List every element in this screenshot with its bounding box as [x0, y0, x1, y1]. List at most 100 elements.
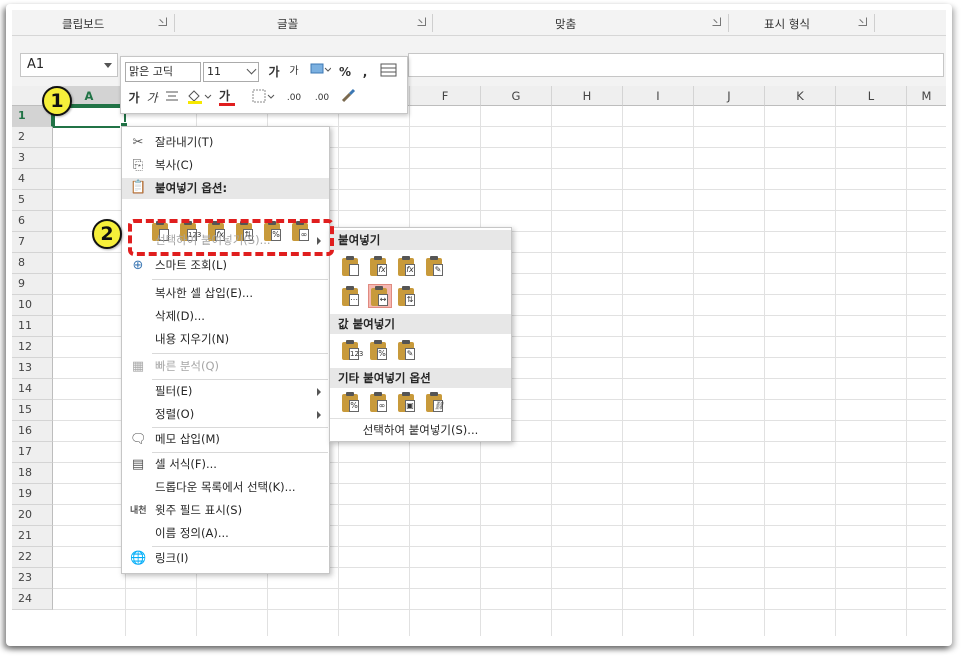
- font-color-button[interactable]: 가: [217, 88, 247, 108]
- menu-item-link[interactable]: 🌐 링크(I): [122, 547, 329, 570]
- row-header-21[interactable]: 21: [12, 526, 53, 547]
- chevron-down-icon[interactable]: [104, 63, 112, 68]
- italic-button[interactable]: 가: [145, 88, 159, 108]
- menu-item-insert-comment[interactable]: 🗨 메모 삽입(M): [122, 428, 329, 451]
- alignment-dialog-launcher-icon[interactable]: [712, 17, 721, 26]
- annotation-badge-2: 2: [92, 219, 122, 249]
- align-center-button[interactable]: [163, 88, 181, 108]
- menu-item-format-cells[interactable]: ▤ 셀 서식(F)...: [122, 453, 329, 476]
- context-menu: ✂ 잘라내기(T) ⎘ 복사(C) 📋 붙여넣기 옵션: 123 fx ⇅ % …: [121, 126, 330, 574]
- formula-input[interactable]: [408, 53, 944, 77]
- grid-column-line: [906, 106, 907, 636]
- column-header-f[interactable]: F: [410, 86, 481, 106]
- row-header-13[interactable]: 13: [12, 358, 53, 379]
- row-header-2[interactable]: 2: [12, 127, 53, 148]
- paste-formatting-icon[interactable]: %: [342, 392, 360, 412]
- menu-item-filter[interactable]: 필터(E): [122, 380, 329, 403]
- menu-item-clear-contents[interactable]: 내용 지우기(N): [122, 328, 329, 351]
- row-header-24[interactable]: 24: [12, 589, 53, 610]
- row-header-14[interactable]: 14: [12, 379, 53, 400]
- paste-formulas-icon[interactable]: fx: [370, 256, 388, 276]
- decrease-decimal-button[interactable]: .00: [309, 88, 335, 108]
- bold-button[interactable]: 가: [127, 88, 141, 108]
- menu-item-copy[interactable]: ⎘ 복사(C): [122, 154, 329, 177]
- column-header-h[interactable]: H: [552, 86, 623, 106]
- row-header-11[interactable]: 11: [12, 316, 53, 337]
- row-header-16[interactable]: 16: [12, 421, 53, 442]
- paste-link-icon[interactable]: ∞: [370, 392, 388, 412]
- paste-transpose-icon[interactable]: ⇅: [398, 286, 416, 306]
- fill-color-button[interactable]: [185, 88, 213, 108]
- grow-font-button[interactable]: 가: [265, 62, 283, 82]
- menu-item-smart-lookup[interactable]: ⊕ 스마트 조회(L): [122, 254, 329, 277]
- percent-style-button[interactable]: %: [337, 62, 353, 82]
- menu-item-phonetic[interactable]: 내천 윗주 필드 표시(S): [122, 499, 329, 522]
- menu-item-sort[interactable]: 정렬(O): [122, 403, 329, 426]
- grid-row-line: [53, 588, 946, 589]
- column-header-g[interactable]: G: [481, 86, 552, 106]
- row-header-3[interactable]: 3: [12, 148, 53, 169]
- column-header-m[interactable]: M: [907, 86, 946, 106]
- number-dialog-launcher-icon[interactable]: [858, 17, 867, 26]
- shrink-font-button[interactable]: 가: [285, 62, 303, 82]
- comma-style-button[interactable]: ,: [359, 62, 371, 82]
- paste-keep-source-format-icon[interactable]: ✎: [426, 256, 444, 276]
- format-painter-button[interactable]: [339, 88, 359, 108]
- column-header-l[interactable]: L: [836, 86, 907, 106]
- paste-values-source-format-icon[interactable]: ✎: [398, 340, 416, 360]
- font-dialog-launcher-icon[interactable]: [417, 17, 426, 26]
- annotation-badge-1: 1: [42, 86, 72, 116]
- row-header-17[interactable]: 17: [12, 442, 53, 463]
- submenu-paste-special-item[interactable]: 선택하여 붙여넣기(S)...: [330, 418, 511, 440]
- row-header-5[interactable]: 5: [12, 190, 53, 211]
- paste-keep-column-widths-icon[interactable]: ↔: [371, 286, 389, 306]
- row-header-10[interactable]: 10: [12, 295, 53, 316]
- paste-values-number-format-icon[interactable]: %: [370, 340, 388, 360]
- ribbon-group-bar: 클립보드 글꼴 맞춤 표시 형식: [12, 10, 946, 36]
- font-color-swatch: [219, 103, 235, 106]
- ribbon-group-font: 글꼴: [277, 17, 299, 31]
- row-header-22[interactable]: 22: [12, 547, 53, 568]
- row-header-7[interactable]: 7: [12, 232, 53, 253]
- borders-button[interactable]: [251, 88, 277, 108]
- clipboard-dialog-launcher-icon[interactable]: [158, 17, 167, 26]
- name-box[interactable]: A1: [20, 53, 118, 77]
- row-header-6[interactable]: 6: [12, 211, 53, 232]
- column-header-j[interactable]: J: [694, 86, 765, 106]
- column-header-k[interactable]: K: [765, 86, 836, 106]
- ribbon-group-clipboard: 클립보드: [62, 17, 105, 31]
- menu-item-pick-from-list[interactable]: 드롭다운 목록에서 선택(K)...: [122, 476, 329, 499]
- row-header-8[interactable]: 8: [12, 253, 53, 274]
- accounting-format-button[interactable]: [307, 62, 333, 82]
- menu-item-label: 이름 정의(A)...: [155, 526, 229, 540]
- row-header-9[interactable]: 9: [12, 274, 53, 295]
- row-header-4[interactable]: 4: [12, 169, 53, 190]
- font-size-box[interactable]: 11: [203, 62, 259, 82]
- menu-item-cut[interactable]: ✂ 잘라내기(T): [122, 131, 329, 154]
- increase-decimal-button[interactable]: .00: [281, 88, 307, 108]
- paste-all-icon[interactable]: [342, 256, 360, 276]
- row-header-19[interactable]: 19: [12, 484, 53, 505]
- font-name-box[interactable]: 맑은 고딕: [125, 62, 201, 82]
- row-header-12[interactable]: 12: [12, 337, 53, 358]
- menu-item-quick-analysis[interactable]: ▦ 빠른 분석(Q): [122, 355, 329, 378]
- menu-item-delete[interactable]: 삭제(D)...: [122, 305, 329, 328]
- row-header-20[interactable]: 20: [12, 505, 53, 526]
- menu-item-insert-copied-cells[interactable]: 복사한 셀 삽입(E)...: [122, 282, 329, 305]
- paste-options-label: 붙여넣기 옵션:: [155, 181, 228, 195]
- paste-no-borders-icon[interactable]: ⋯: [342, 286, 360, 306]
- paste-linked-picture-icon[interactable]: ⛓: [426, 392, 444, 412]
- menu-item-define-name[interactable]: 이름 정의(A)...: [122, 522, 329, 545]
- column-header-i[interactable]: I: [623, 86, 694, 106]
- format-painter-grid-button[interactable]: [379, 62, 399, 82]
- paste-picture-icon[interactable]: ▣: [398, 392, 416, 412]
- ribbon-separator: [728, 14, 729, 32]
- chevron-right-icon: [317, 411, 321, 419]
- chevron-down-icon[interactable]: [246, 64, 257, 75]
- row-header-18[interactable]: 18: [12, 463, 53, 484]
- paste-values-icon[interactable]: 123: [342, 340, 363, 360]
- paste-formulas-number-format-icon[interactable]: fx: [398, 256, 416, 276]
- row-header-15[interactable]: 15: [12, 400, 53, 421]
- table-icon: [380, 63, 397, 77]
- row-header-23[interactable]: 23: [12, 568, 53, 589]
